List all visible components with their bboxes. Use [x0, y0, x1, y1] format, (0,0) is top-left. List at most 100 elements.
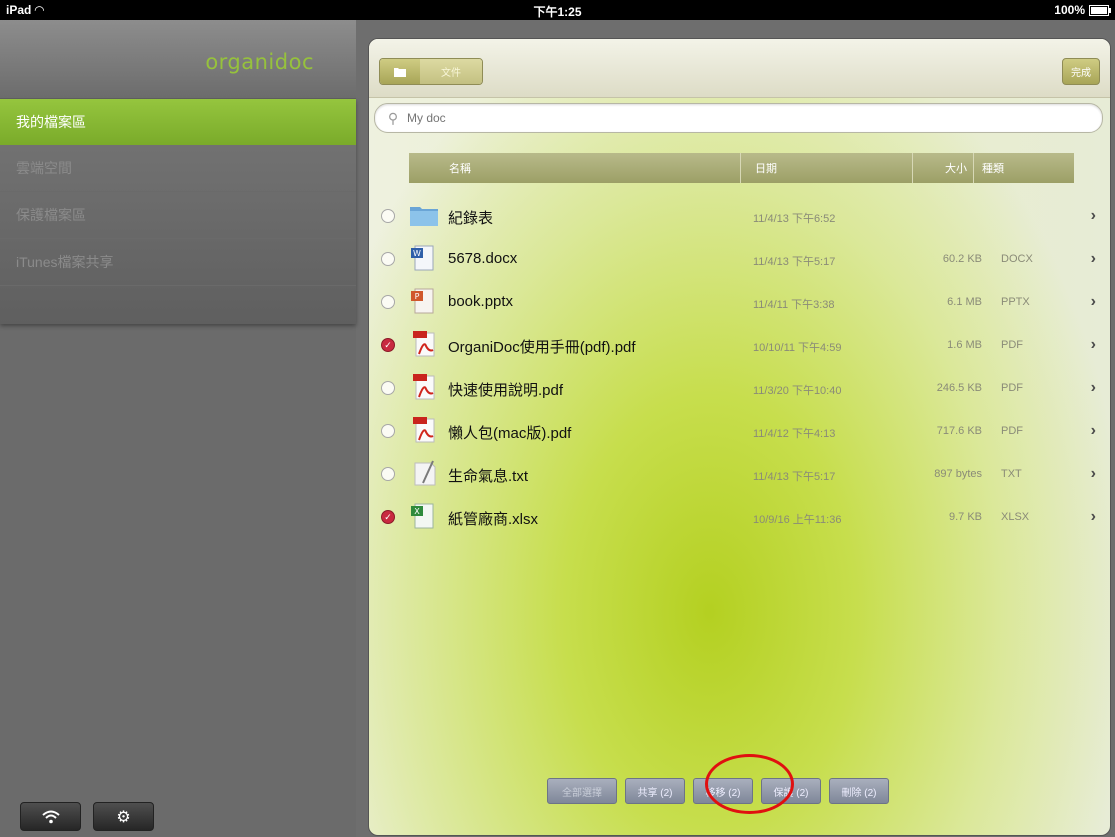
file-size: 897 bytes	[934, 468, 982, 480]
file-size: 9.7 KB	[948, 511, 982, 523]
done-button[interactable]: 完成	[1062, 58, 1100, 85]
wifi-icon	[41, 810, 60, 823]
column-header: 名稱 日期 大小 種類	[409, 153, 1074, 183]
sidebar-item-label: 保護檔案區	[16, 207, 86, 223]
file-row[interactable]: W 5678.docx 11/4/13 下午5:17 60.2 KB DOCX …	[369, 238, 1110, 281]
search-bar[interactable]: ⚲	[374, 103, 1103, 133]
file-type: PDF	[1001, 382, 1023, 394]
file-size: 246.5 KB	[936, 382, 982, 394]
column-size[interactable]: 大小	[913, 153, 974, 183]
file-row[interactable]: 懶人包(mac版).pdf 11/4/12 下午4:13 717.6 KB PD…	[369, 410, 1110, 453]
file-size: 6.1 MB	[947, 296, 982, 308]
file-size: 1.6 MB	[947, 339, 982, 351]
file-date: 11/4/13 下午5:17	[753, 471, 836, 483]
select-checkbox[interactable]	[381, 424, 395, 438]
select-all-button[interactable]: 全部選擇	[547, 778, 617, 804]
gear-icon: ⚙	[116, 808, 131, 826]
select-checkbox[interactable]	[381, 209, 395, 223]
share-button[interactable]: 共享 (2)	[625, 778, 685, 804]
pdf-icon	[413, 374, 435, 400]
file-name: 懶人包(mac版).pdf	[448, 425, 572, 442]
docx-icon: W	[411, 245, 434, 271]
chevron-right-icon[interactable]: ›	[1091, 250, 1096, 268]
file-name: book.pptx	[448, 293, 514, 310]
pdf-icon	[413, 331, 435, 357]
file-date: 11/4/13 下午6:52	[753, 213, 836, 225]
column-date[interactable]: 日期	[741, 153, 913, 183]
sidebar-item-protected[interactable]: 保護檔案區	[0, 192, 356, 239]
file-date: 11/4/13 下午5:17	[753, 256, 836, 268]
settings-button[interactable]: ⚙	[93, 802, 154, 831]
battery-icon	[1089, 4, 1111, 16]
app-logo: organidoc	[205, 50, 314, 74]
file-name: OrganiDoc使用手冊(pdf).pdf	[448, 339, 636, 356]
file-date: 11/3/20 下午10:40	[753, 385, 842, 397]
file-name: 生命氣息.txt	[448, 468, 529, 485]
file-row[interactable]: ✓ X 紙管廠商.xlsx 10/9/16 上午11:36 9.7 KB XLS…	[369, 496, 1110, 539]
folder-view-button[interactable]	[380, 59, 420, 84]
search-icon: ⚲	[387, 109, 399, 126]
chevron-right-icon[interactable]: ›	[1091, 379, 1096, 397]
file-date: 11/4/12 下午4:13	[753, 428, 836, 440]
file-type: PDF	[1001, 339, 1023, 351]
svg-text:W: W	[413, 249, 421, 258]
svg-text:X: X	[414, 507, 420, 516]
sidebar-header: organidoc	[0, 20, 356, 99]
folder-icon	[410, 207, 438, 226]
svg-text:P: P	[415, 292, 420, 301]
column-type[interactable]: 種類	[974, 153, 1034, 183]
sidebar-item-my-files[interactable]: 我的檔案區	[0, 99, 356, 145]
sidebar: organidoc 我的檔案區 雲端空間 保護檔案區 iTunes檔案共享 ⚙	[0, 20, 356, 837]
chevron-right-icon[interactable]: ›	[1091, 207, 1096, 225]
file-row[interactable]: P book.pptx 11/4/11 下午3:38 6.1 MB PPTX ›	[369, 281, 1110, 324]
search-input[interactable]	[405, 110, 1009, 126]
sidebar-item-label: 雲端空間	[16, 160, 72, 176]
file-row[interactable]: 快速使用說明.pdf 11/3/20 下午10:40 246.5 KB PDF …	[369, 367, 1110, 410]
column-name[interactable]: 名稱	[409, 153, 741, 183]
file-row[interactable]: 紀錄表 11/4/13 下午6:52 ›	[369, 195, 1110, 238]
chevron-right-icon[interactable]: ›	[1091, 336, 1096, 354]
pdf-icon	[413, 417, 435, 443]
sidebar-item-cloud[interactable]: 雲端空間	[0, 145, 356, 192]
file-type: TXT	[1001, 468, 1022, 480]
file-type: PDF	[1001, 425, 1023, 437]
folder-open-icon	[394, 67, 406, 77]
chevron-right-icon[interactable]: ›	[1091, 508, 1096, 526]
select-checkbox[interactable]: ✓	[381, 510, 395, 524]
doc-view-button[interactable]: 文件	[420, 59, 482, 84]
file-type: PPTX	[1001, 296, 1030, 308]
file-row[interactable]: ✓ OrganiDoc使用手冊(pdf).pdf 10/10/11 下午4:59…	[369, 324, 1110, 367]
file-name: 5678.docx	[448, 250, 518, 267]
annotation-circle	[705, 754, 794, 814]
select-checkbox[interactable]: ✓	[381, 338, 395, 352]
view-segmented-control: 文件	[379, 58, 483, 85]
delete-button[interactable]: 刪除 (2)	[829, 778, 889, 804]
status-bar: iPad ◠ 下午1:25 100%	[0, 0, 1115, 20]
chevron-right-icon[interactable]: ›	[1091, 465, 1096, 483]
select-checkbox[interactable]	[381, 252, 395, 266]
txt-icon	[414, 460, 436, 486]
battery-indicator: 100%	[1054, 3, 1111, 17]
file-size: 717.6 KB	[936, 425, 982, 437]
file-list: 紀錄表 11/4/13 下午6:52 › W 5678.docx 11/4/13…	[369, 195, 1110, 539]
select-checkbox[interactable]	[381, 381, 395, 395]
file-type: XLSX	[1001, 511, 1030, 523]
wifi-button[interactable]	[20, 802, 81, 831]
file-name: 紀錄表	[448, 210, 494, 227]
select-checkbox[interactable]	[381, 467, 395, 481]
pptx-icon: P	[411, 288, 434, 314]
select-checkbox[interactable]	[381, 295, 395, 309]
toolbar: 文件 完成	[369, 39, 1110, 98]
file-date: 11/4/11 下午3:38	[753, 299, 835, 311]
xlsx-icon: X	[411, 503, 434, 529]
file-size: 60.2 KB	[942, 253, 982, 265]
file-row[interactable]: 生命氣息.txt 11/4/13 下午5:17 897 bytes TXT ›	[369, 453, 1110, 496]
chevron-right-icon[interactable]: ›	[1091, 422, 1096, 440]
file-browser-panel: 文件 完成 ⚲ 名稱 日期 大小 種類 紀錄表 11/4/13 下午6:52 ›	[368, 38, 1111, 836]
sidebar-item-label: 我的檔案區	[16, 114, 86, 130]
file-name: 紙管廠商.xlsx	[448, 511, 539, 528]
sidebar-nav: 我的檔案區 雲端空間 保護檔案區 iTunes檔案共享	[0, 99, 356, 324]
chevron-right-icon[interactable]: ›	[1091, 293, 1096, 311]
sidebar-item-itunes-share[interactable]: iTunes檔案共享	[0, 239, 356, 286]
file-date: 10/9/16 上午11:36	[753, 514, 842, 526]
